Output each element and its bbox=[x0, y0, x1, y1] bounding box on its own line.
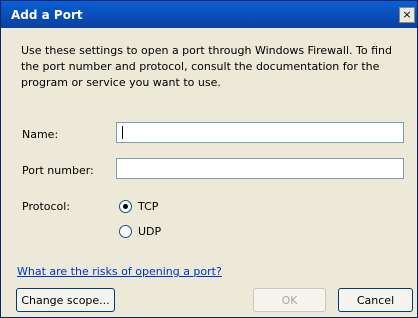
close-icon[interactable]: × bbox=[399, 7, 415, 23]
dialog-title: Add a Port bbox=[11, 8, 83, 22]
tcp-radio-button[interactable] bbox=[119, 200, 132, 213]
tcp-label: TCP bbox=[138, 200, 159, 213]
ok-button[interactable]: OK bbox=[253, 288, 326, 312]
change-scope-button[interactable]: Change scope... bbox=[16, 288, 115, 312]
add-port-dialog: Add a Port × Use these settings to open … bbox=[0, 0, 418, 318]
udp-radio-button[interactable] bbox=[119, 225, 132, 238]
protocol-option-tcp[interactable]: TCP bbox=[119, 200, 158, 213]
risks-help-link[interactable]: What are the risks of opening a port? bbox=[17, 265, 222, 278]
port-number-field[interactable] bbox=[116, 158, 404, 179]
cancel-button[interactable]: Cancel bbox=[338, 288, 413, 312]
title-bar[interactable]: Add a Port × bbox=[1, 1, 417, 28]
text-caret bbox=[122, 126, 123, 139]
protocol-label: Protocol: bbox=[22, 200, 71, 213]
udp-label: UDP bbox=[138, 225, 162, 238]
description-text: Use these settings to open a port throug… bbox=[21, 44, 392, 89]
protocol-option-udp[interactable]: UDP bbox=[119, 225, 161, 238]
port-number-label: Port number: bbox=[22, 164, 94, 177]
name-field[interactable] bbox=[116, 122, 404, 143]
name-label: Name: bbox=[22, 128, 59, 141]
